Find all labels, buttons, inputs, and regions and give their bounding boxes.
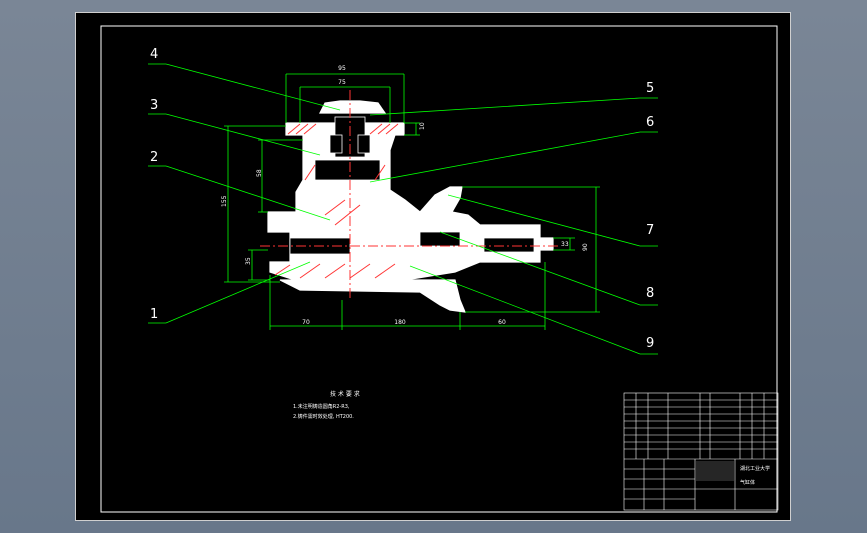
notes-title: 技 术 要 求 — [330, 390, 360, 398]
title-block-drawing-name: 气缸体 — [740, 479, 755, 486]
dim-bottom-right: 60 — [498, 319, 506, 326]
dim-shaft-small: 33 — [561, 241, 569, 248]
title-block — [623, 392, 779, 511]
dim-bottom-mid: 180 — [394, 319, 406, 326]
part-label-5: 5 — [646, 81, 654, 96]
dim-top-outer: 95 — [338, 65, 346, 72]
part-label-7: 7 — [646, 223, 654, 238]
part-outline — [267, 100, 554, 313]
notes-line2: 2.铸件需时效处理, HT200. — [293, 413, 354, 420]
part-label-3: 3 — [150, 98, 158, 113]
title-block-fill — [696, 461, 734, 481]
part-label-9: 9 — [646, 336, 654, 351]
dim-height-total: 155 — [221, 195, 228, 207]
part-label-6: 6 — [646, 115, 654, 130]
dim-top-inner: 75 — [338, 79, 346, 86]
technical-notes: 技 术 要 求 1.未注明铸造圆角R2-R3, 2.铸件需时效处理, HT200… — [293, 390, 360, 420]
part-label-4: 4 — [150, 47, 158, 62]
dim-left-hub: 35 — [245, 257, 252, 265]
dim-height-mid: 58 — [256, 169, 263, 177]
title-block-school: 湖北工业大学 — [740, 465, 770, 472]
cad-drawing: 95 75 10 155 58 35 33 90 70 180 60 4 3 2… — [100, 25, 779, 513]
dim-bottom-left: 70 — [302, 319, 310, 326]
part-label-1: 1 — [150, 307, 158, 322]
dim-right-flange: 10 — [419, 122, 426, 130]
part-label-8: 8 — [646, 286, 654, 301]
part-label-2: 2 — [150, 150, 158, 165]
notes-line1: 1.未注明铸造圆角R2-R3, — [293, 403, 350, 410]
dim-right-height: 90 — [582, 243, 589, 251]
title-block-text: 湖北工业大学 气缸体 — [740, 465, 770, 486]
